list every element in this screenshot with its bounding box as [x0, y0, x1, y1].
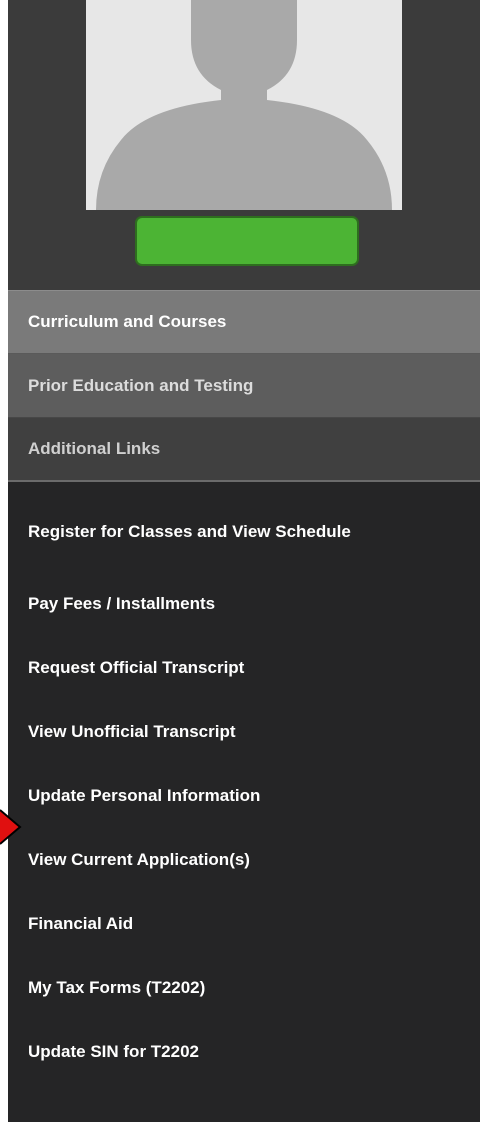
- section-prior-education-and-testing[interactable]: Prior Education and Testing: [8, 354, 480, 418]
- link-register-for-classes[interactable]: Register for Classes and View Schedule: [8, 492, 480, 572]
- section-additional-links[interactable]: Additional Links: [8, 418, 480, 482]
- link-update-personal-information[interactable]: Update Personal Information: [8, 764, 480, 828]
- link-view-current-applications[interactable]: View Current Application(s): [8, 828, 480, 892]
- link-request-official-transcript[interactable]: Request Official Transcript: [8, 636, 480, 700]
- link-my-tax-forms[interactable]: My Tax Forms (T2202): [8, 956, 480, 1020]
- additional-links-list: Register for Classes and View Schedule P…: [8, 482, 480, 1084]
- link-financial-aid[interactable]: Financial Aid: [8, 892, 480, 956]
- link-update-sin[interactable]: Update SIN for T2202: [8, 1020, 480, 1084]
- section-curriculum-and-courses[interactable]: Curriculum and Courses: [8, 290, 480, 354]
- link-pay-fees[interactable]: Pay Fees / Installments: [8, 572, 480, 636]
- profile-area: [8, 0, 480, 290]
- user-avatar-icon: [86, 0, 402, 210]
- link-view-unofficial-transcript[interactable]: View Unofficial Transcript: [8, 700, 480, 764]
- red-arrow-icon: [0, 809, 22, 845]
- sidebar: Curriculum and Courses Prior Education a…: [8, 0, 480, 1122]
- profile-name-button[interactable]: [135, 216, 359, 266]
